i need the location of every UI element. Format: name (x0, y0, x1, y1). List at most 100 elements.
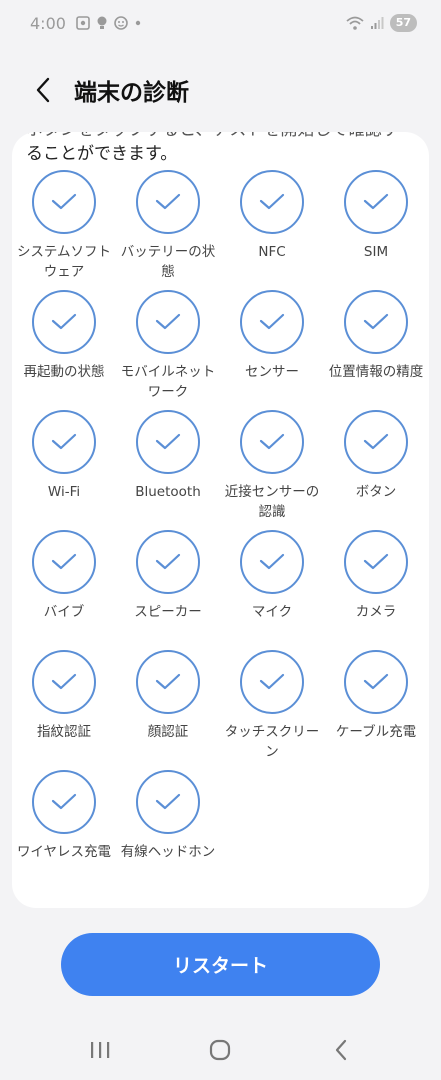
test-sensor[interactable]: センサー (220, 290, 324, 410)
navigation-bar (0, 1020, 441, 1080)
test-microphone[interactable]: マイク (220, 530, 324, 650)
check-icon (155, 673, 181, 690)
signal-icon (370, 17, 384, 29)
check-circle (344, 650, 408, 714)
recent-apps-button[interactable] (70, 1025, 130, 1075)
test-label: マイク (251, 604, 293, 620)
check-icon (259, 673, 285, 690)
check-icon (363, 313, 389, 330)
face-icon (114, 16, 128, 30)
check-icon (51, 553, 77, 570)
check-circle (136, 290, 200, 354)
description-partial-line: ボタンをタップすると、テストを開始して確認す (26, 132, 416, 142)
check-circle (344, 530, 408, 594)
test-battery[interactable]: バッテリーの状態 (116, 170, 220, 290)
check-circle (136, 530, 200, 594)
check-icon (51, 313, 77, 330)
chevron-left-icon (36, 77, 50, 103)
test-touchscreen[interactable]: タッチスクリーン (220, 650, 324, 770)
check-circle (136, 410, 200, 474)
status-right: 57 (346, 14, 417, 32)
test-wireless-charging[interactable]: ワイヤレス充電 (12, 770, 116, 890)
test-location-accuracy[interactable]: 位置情報の精度 (324, 290, 428, 410)
test-buttons[interactable]: ボタン (324, 410, 428, 530)
check-icon (51, 193, 77, 210)
check-icon (155, 313, 181, 330)
check-icon (51, 433, 77, 450)
check-icon (155, 193, 181, 210)
test-proximity-sensor[interactable]: 近接センサーの認識 (220, 410, 324, 530)
check-icon (363, 193, 389, 210)
home-button[interactable] (190, 1025, 250, 1075)
back-nav-button[interactable] (311, 1025, 371, 1075)
test-speaker[interactable]: スピーカー (116, 530, 220, 650)
check-circle (32, 770, 96, 834)
check-icon (259, 193, 285, 210)
test-label: 再起動の状態 (23, 364, 105, 380)
test-wifi[interactable]: Wi-Fi (12, 410, 116, 530)
check-icon (363, 553, 389, 570)
test-bluetooth[interactable]: Bluetooth (116, 410, 220, 530)
home-icon (210, 1039, 231, 1061)
test-label: タッチスクリーン (224, 724, 320, 760)
test-system-software[interactable]: システムソフトウェア (12, 170, 116, 290)
check-icon (51, 673, 77, 690)
check-icon (259, 553, 285, 570)
description: ボタンをタップすると、テストを開始して確認す ることができます。 (26, 132, 416, 166)
check-circle (32, 170, 96, 234)
test-label: ボタン (355, 484, 397, 500)
test-label: 顔認証 (147, 724, 189, 740)
check-icon (51, 793, 77, 810)
check-circle (240, 650, 304, 714)
check-circle (240, 170, 304, 234)
battery-badge: 57 (389, 14, 417, 32)
test-label: 指紋認証 (37, 724, 91, 740)
test-sim[interactable]: SIM (324, 170, 428, 290)
test-face-recognition[interactable]: 顔認証 (116, 650, 220, 770)
check-icon (155, 793, 181, 810)
test-label: Bluetooth (135, 484, 201, 500)
test-label: バッテリーの状態 (120, 244, 216, 280)
test-label: Wi-Fi (47, 484, 81, 500)
back-icon (335, 1039, 346, 1061)
test-camera[interactable]: カメラ (324, 530, 428, 650)
test-vibration[interactable]: バイブ (12, 530, 116, 650)
check-circle (344, 170, 408, 234)
restart-button[interactable]: リスタート (61, 933, 380, 996)
test-fingerprint[interactable]: 指紋認証 (12, 650, 116, 770)
check-icon (363, 433, 389, 450)
test-label: モバイルネットワーク (120, 364, 216, 400)
check-icon (259, 313, 285, 330)
bulb-icon (97, 16, 107, 29)
test-cable-charging[interactable]: ケーブル充電 (324, 650, 428, 770)
test-wired-headphones[interactable]: 有線ヘッドホン (116, 770, 220, 890)
test-label: スピーカー (134, 604, 202, 620)
check-icon (155, 553, 181, 570)
wifi-icon (346, 16, 364, 30)
check-icon (155, 433, 181, 450)
test-label: NFC (258, 244, 286, 260)
check-circle (32, 530, 96, 594)
test-label: バイブ (43, 604, 85, 620)
test-label: ワイヤレス充電 (16, 844, 112, 860)
test-label: システムソフトウェア (16, 244, 112, 280)
test-label: カメラ (355, 604, 397, 620)
check-icon (259, 433, 285, 450)
test-restart-status[interactable]: 再起動の状態 (12, 290, 116, 410)
check-circle (240, 290, 304, 354)
test-mobile-network[interactable]: モバイルネットワーク (116, 290, 220, 410)
dot-icon (135, 20, 141, 26)
test-nfc[interactable]: NFC (220, 170, 324, 290)
status-bar: 4:00 57 (0, 0, 441, 46)
header: 端末の診断 (0, 60, 441, 120)
test-label: 有線ヘッドホン (120, 844, 216, 860)
check-circle (344, 290, 408, 354)
check-circle (136, 170, 200, 234)
test-label: センサー (245, 364, 299, 380)
test-label: ケーブル充電 (335, 724, 417, 740)
description-visible-line: ることができます。 (26, 144, 178, 164)
test-label: 位置情報の精度 (328, 364, 424, 380)
status-time: 4:00 (30, 13, 66, 33)
tests-grid: システムソフトウェア バッテリーの状態 NFC SIM 再起動の状態 モバイルネ… (12, 170, 429, 890)
back-button[interactable] (18, 65, 68, 115)
